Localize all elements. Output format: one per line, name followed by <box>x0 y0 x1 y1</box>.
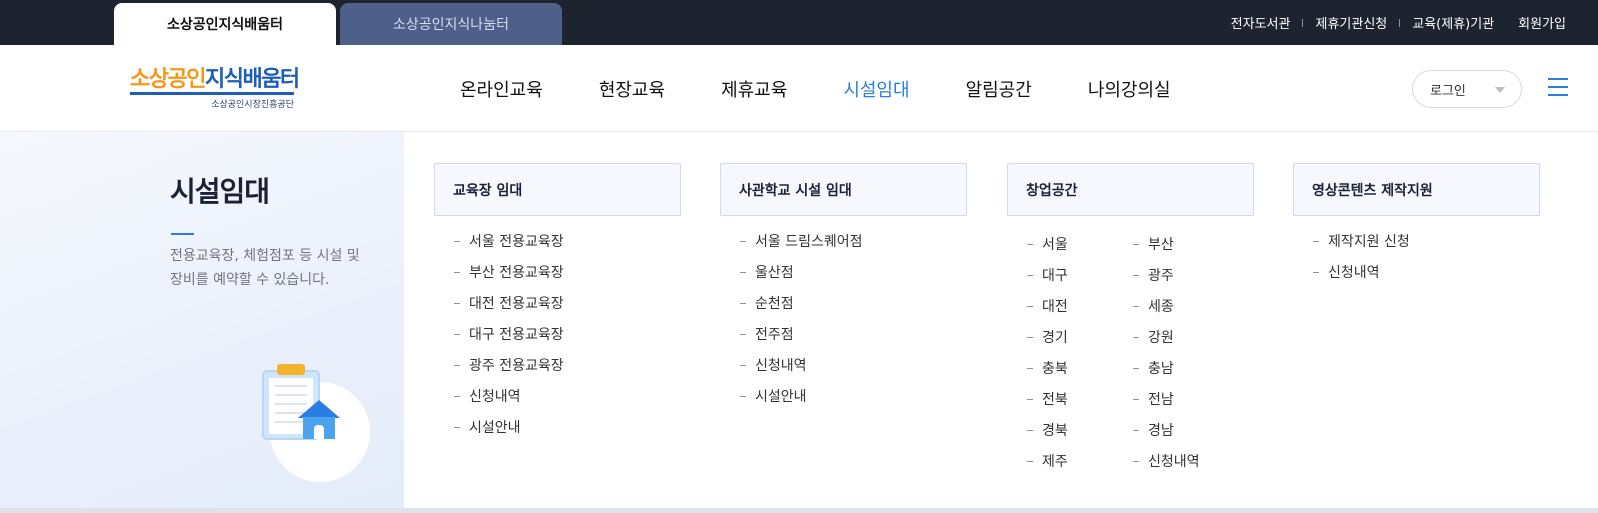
menu-link[interactable]: 세종 <box>1133 297 1239 328</box>
menu-column-video-production: 영상콘텐츠 제작지원 제작지원 신청 신청내역 <box>1293 163 1540 294</box>
util-link-edu-institution[interactable]: 교육(제휴)기관 <box>1412 13 1494 32</box>
menu-column-academy-rental: 사관학교 시설 임대 서울 드림스퀘어점 울산점 순천점 전주점 신청내역 시설… <box>720 163 967 418</box>
menu-link[interactable]: 경기 <box>1027 328 1133 359</box>
nav-partner-education[interactable]: 제휴교육 <box>721 76 787 102</box>
menu-link[interactable]: 서울 드림스퀘어점 <box>740 232 967 263</box>
login-dropdown[interactable]: 로그인 <box>1412 70 1522 108</box>
menu-link[interactable]: 대구 <box>1027 266 1133 297</box>
nav-notice-space[interactable]: 알림공간 <box>966 76 1032 102</box>
main-header: 소상공인지식배움터 소상공인시장진흥공단 온라인교육 현장교육 제휴교육 시설임… <box>0 45 1598 132</box>
menu-link[interactable]: 서울 <box>1027 235 1133 266</box>
column-heading[interactable]: 창업공간 <box>1007 163 1254 216</box>
menu-link[interactable]: 신청내역 <box>1133 452 1239 483</box>
site-logo[interactable]: 소상공인지식배움터 소상공인시장진흥공단 <box>130 67 300 111</box>
nav-online-education[interactable]: 온라인교육 <box>460 76 543 102</box>
menu-link[interactable]: 부산 <box>1133 235 1239 266</box>
util-link-partner-apply[interactable]: 제휴기관신청 <box>1315 13 1387 32</box>
main-nav: 온라인교육 현장교육 제휴교육 시설임대 알림공간 나의강의실 <box>460 45 1227 132</box>
util-link-signup[interactable]: 회원가입 <box>1518 13 1566 32</box>
menu-link[interactable]: 전남 <box>1133 390 1239 421</box>
menu-link[interactable]: 대전 전용교육장 <box>454 294 681 325</box>
title-underline <box>171 233 194 235</box>
menu-link[interactable]: 대구 전용교육장 <box>454 325 681 356</box>
column-heading[interactable]: 영상콘텐츠 제작지원 <box>1293 163 1540 216</box>
utility-nav: 전자도서관 제휴기관신청 교육(제휴)기관 회원가입 <box>1231 0 1566 45</box>
menu-link[interactable]: 대전 <box>1027 297 1133 328</box>
menu-link[interactable]: 제주 <box>1027 452 1133 483</box>
menu-link[interactable]: 울산점 <box>740 263 967 294</box>
util-divider <box>1399 18 1401 27</box>
menu-link[interactable]: 신청내역 <box>1313 263 1540 294</box>
column-heading[interactable]: 사관학교 시설 임대 <box>720 163 967 216</box>
menu-link[interactable]: 광주 <box>1133 266 1239 297</box>
menu-link[interactable]: 시설안내 <box>454 418 681 449</box>
mega-menu-description: 전용교육장, 체험점포 등 시설 및 장비를 예약할 수 있습니다. <box>170 248 360 288</box>
menu-link[interactable]: 신청내역 <box>740 356 967 387</box>
menu-link[interactable]: 강원 <box>1133 328 1239 359</box>
menu-link[interactable]: 제작지원 신청 <box>1313 232 1540 263</box>
nav-facility-rental[interactable]: 시설임대 <box>843 76 909 102</box>
column-heading[interactable]: 교육장 임대 <box>434 163 681 216</box>
menu-link[interactable]: 시설안내 <box>740 387 967 418</box>
menu-link[interactable]: 전북 <box>1027 390 1133 421</box>
login-label: 로그인 <box>1430 83 1466 99</box>
mega-menu-title: 시설임대 <box>170 175 270 208</box>
util-link-e-library[interactable]: 전자도서관 <box>1231 13 1291 32</box>
menu-column-startup-space: 창업공간 서울 부산 대구 광주 대전 세종 경기 강원 충북 충남 전북 전남… <box>1007 163 1254 483</box>
top-bar: 소상공인지식배움터 소상공인지식나눔터 전자도서관 제휴기관신청 교육(제휴)기… <box>0 0 1598 45</box>
hamburger-menu-icon[interactable] <box>1548 78 1568 96</box>
menu-link[interactable]: 충북 <box>1027 359 1133 390</box>
bottom-divider <box>0 508 1598 513</box>
menu-column-classroom-rental: 교육장 임대 서울 전용교육장 부산 전용교육장 대전 전용교육장 대구 전용교… <box>434 163 681 449</box>
mega-menu-intro: 시설임대 전용교육장, 체험점포 등 시설 및 장비를 예약할 수 있습니다. <box>0 132 404 508</box>
menu-link[interactable]: 충남 <box>1133 359 1239 390</box>
menu-link[interactable]: 부산 전용교육장 <box>454 263 681 294</box>
menu-link[interactable]: 경북 <box>1027 421 1133 452</box>
menu-link[interactable]: 순천점 <box>740 294 967 325</box>
menu-link[interactable]: 전주점 <box>740 325 967 356</box>
nav-field-education[interactable]: 현장교육 <box>599 76 665 102</box>
caret-down-icon <box>1495 87 1505 93</box>
nav-my-classroom[interactable]: 나의강의실 <box>1088 76 1171 102</box>
menu-link[interactable]: 신청내역 <box>454 387 681 418</box>
menu-link[interactable]: 광주 전용교육장 <box>454 356 681 387</box>
site-tab-knowledge-sharing[interactable]: 소상공인지식나눔터 <box>340 3 562 45</box>
util-divider <box>1302 18 1304 27</box>
logo-subtitle: 소상공인시장진흥공단 <box>211 100 294 110</box>
site-tab-knowledge-learning[interactable]: 소상공인지식배움터 <box>114 3 336 45</box>
menu-link[interactable]: 서울 전용교육장 <box>454 232 681 263</box>
menu-link[interactable]: 경남 <box>1133 421 1239 452</box>
